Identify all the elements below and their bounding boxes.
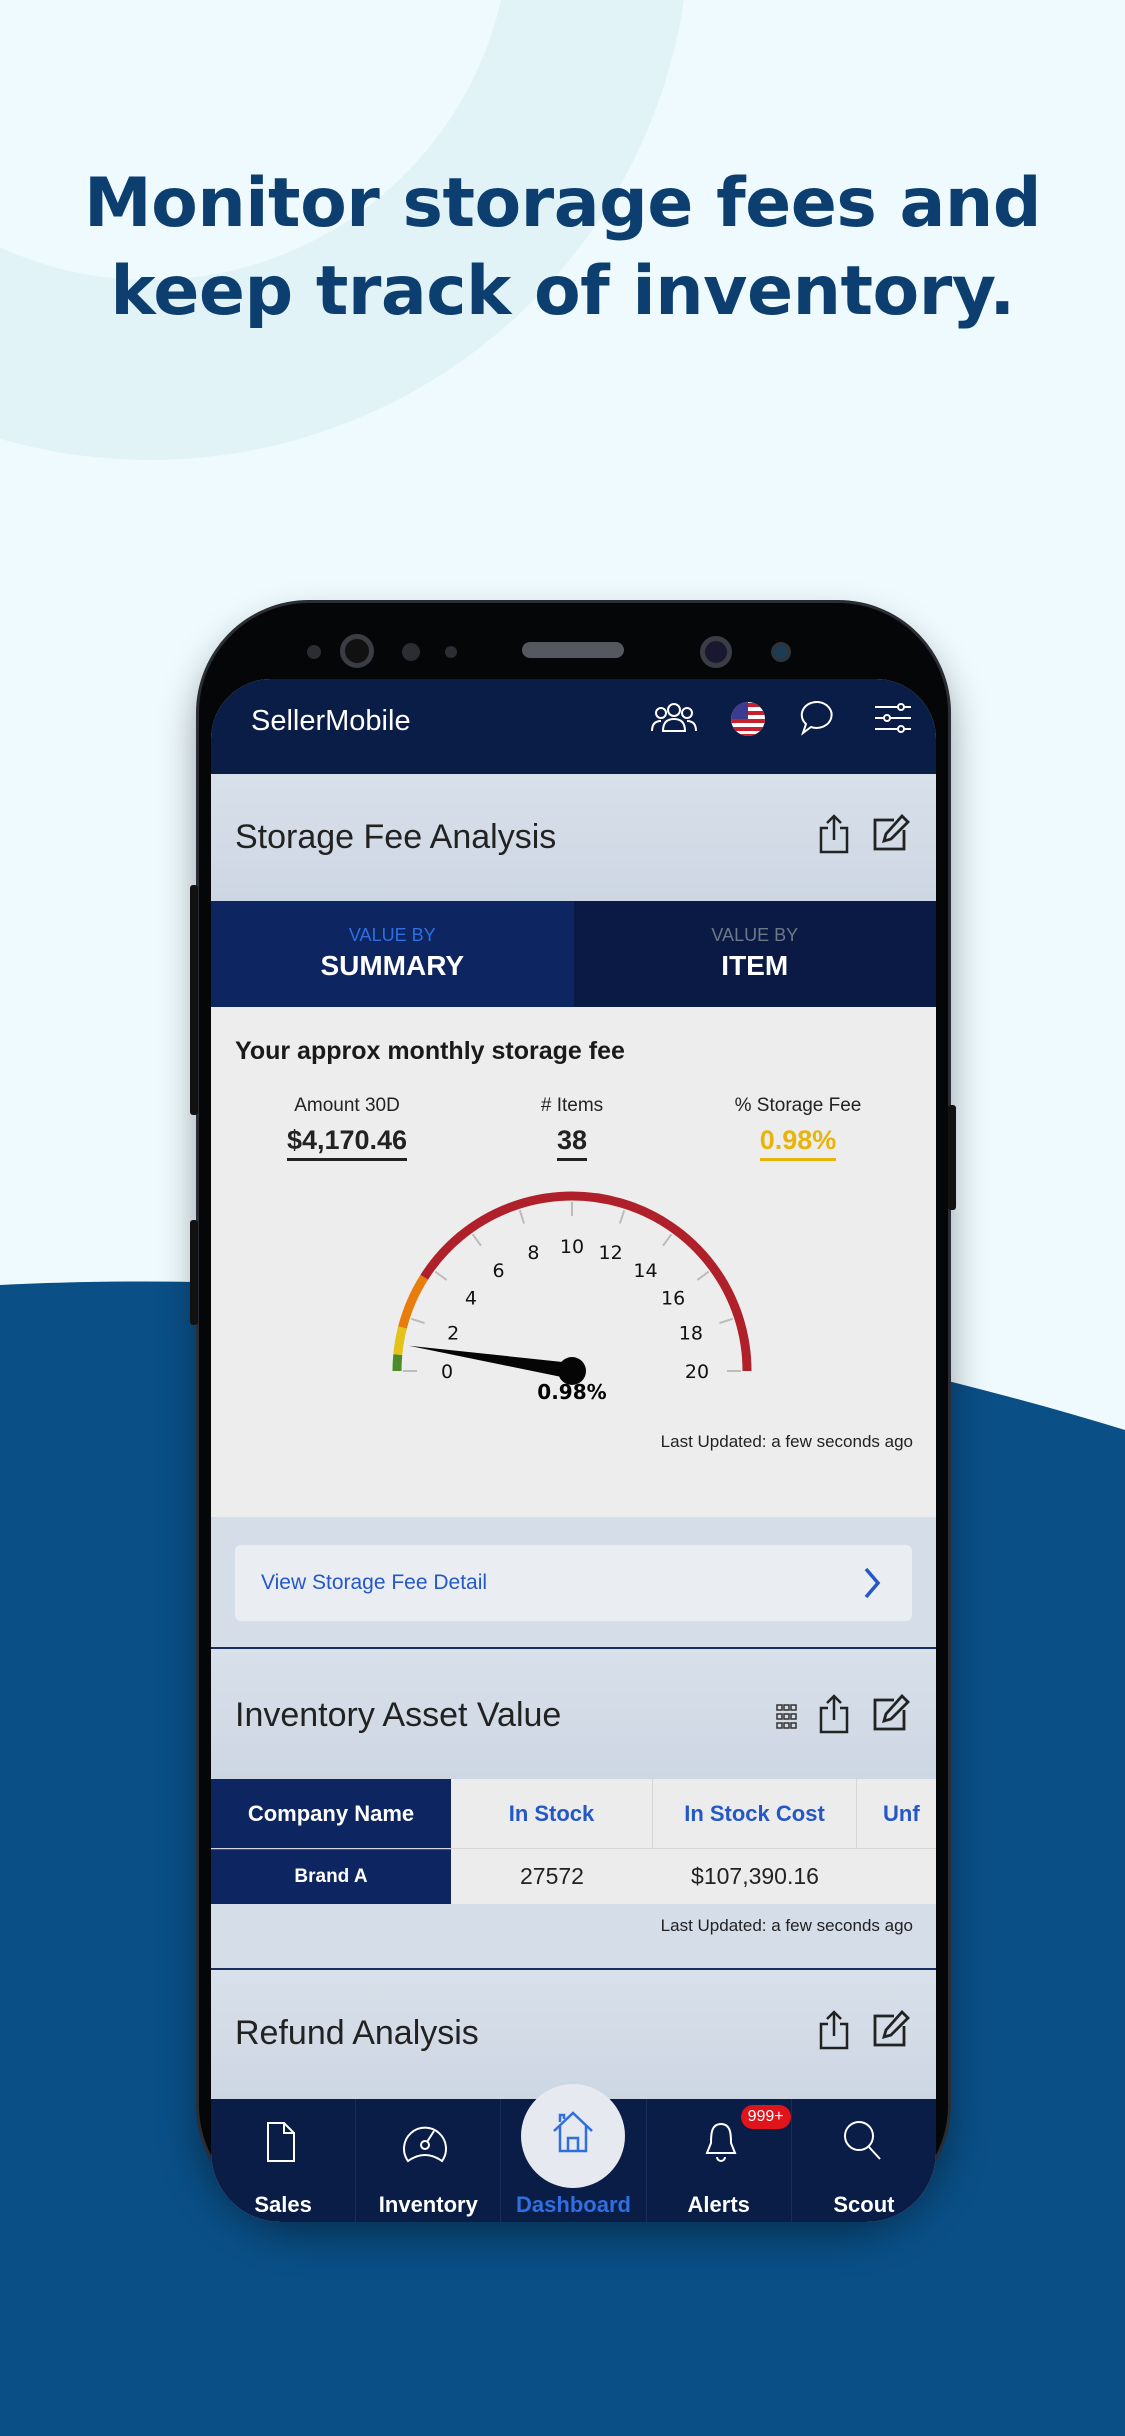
column-header[interactable]: In Stock Cost: [653, 1779, 857, 1848]
headline-line-2: keep track of inventory.: [110, 252, 1015, 331]
gauge-tick-label: 4: [465, 1288, 477, 1310]
tab-inventory[interactable]: Inventory: [356, 2099, 502, 2222]
gauge-tick-label: 10: [560, 1236, 584, 1258]
sensor: [402, 643, 420, 661]
detail-link-label: View Storage Fee Detail: [261, 1571, 488, 1594]
tab-label: Dashboard: [516, 2192, 631, 2217]
earpiece-speaker: [522, 642, 624, 658]
last-updated: Last Updated: a few seconds ago: [660, 1432, 913, 1451]
users-icon[interactable]: [651, 701, 697, 735]
app-title: SellerMobile: [251, 705, 411, 737]
tab-label: Sales: [254, 2192, 312, 2217]
gauge-tick-label: 0: [441, 1361, 453, 1383]
table-row[interactable]: Brand A 27572 $107,390.16: [211, 1849, 936, 1904]
edit-icon[interactable]: [872, 814, 910, 852]
chat-icon[interactable]: [799, 699, 837, 737]
gauge-tick-label: 20: [685, 1361, 709, 1383]
section-title: Storage Fee Analysis: [235, 818, 557, 856]
gauge-tick: [719, 1317, 734, 1325]
storage-fee-header: Storage Fee Analysis: [211, 774, 936, 901]
cell-company: Brand A: [211, 1849, 451, 1904]
grid-icon[interactable]: [776, 1704, 798, 1730]
app-screen: SellerMobile Storage Fee Analysis VALUE …: [211, 679, 936, 2222]
gauge-tick: [618, 1209, 626, 1224]
filter-sliders-icon[interactable]: [875, 703, 911, 733]
tab-sales[interactable]: Sales: [211, 2099, 357, 2222]
sensor: [445, 646, 457, 658]
gauge-tick-label: 14: [633, 1260, 657, 1282]
tab-label: Alerts: [687, 2192, 750, 2217]
refund-header: Refund Analysis: [211, 1970, 936, 2100]
tab-item[interactable]: VALUE BY ITEM: [573, 901, 936, 1007]
view-storage-fee-detail-button[interactable]: View Storage Fee Detail: [235, 1545, 912, 1621]
marketing-headline: Monitor storage fees and keep track of i…: [0, 160, 1125, 336]
gauge-tick-label: 8: [527, 1242, 539, 1264]
inventory-header: Inventory Asset Value: [211, 1649, 936, 1779]
headline-line-1: Monitor storage fees and: [83, 164, 1042, 243]
share-icon[interactable]: [818, 2010, 850, 2050]
power-button: [948, 1105, 956, 1210]
search-icon: [843, 2121, 881, 2160]
gauge-value-label: 0.98%: [537, 1380, 606, 1404]
gauge-band: [392, 1354, 403, 1372]
cell-in-stock: 27572: [520, 1863, 584, 1889]
column-header[interactable]: Company Name: [211, 1779, 451, 1848]
front-camera: [700, 636, 732, 668]
us-flag-icon[interactable]: [730, 701, 766, 737]
volume-button: [190, 885, 198, 1115]
alerts-badge: 999+: [740, 2105, 791, 2129]
gauge-tick: [662, 1233, 673, 1247]
share-icon[interactable]: [818, 814, 850, 854]
iris-camera: [340, 634, 374, 668]
value-by-tabs: VALUE BY SUMMARY VALUE BY ITEM: [211, 901, 936, 1007]
edit-icon[interactable]: [872, 2010, 910, 2048]
sensor: [771, 642, 791, 662]
tab-label: Inventory: [378, 2192, 478, 2217]
sensor: [307, 645, 321, 659]
gauge-needle: [408, 1345, 574, 1379]
share-icon[interactable]: [818, 1694, 850, 1734]
gauge-tick-label: 12: [599, 1242, 623, 1264]
column-header[interactable]: Unf: [857, 1779, 936, 1848]
gauge-tick: [434, 1270, 448, 1281]
bixby-button: [190, 1220, 198, 1325]
gauge-band: [393, 1326, 407, 1356]
gauge-tick: [696, 1270, 710, 1281]
gauge-tick: [410, 1317, 425, 1325]
section-title: Inventory Asset Value: [235, 1696, 562, 1734]
tab-label: ITEM: [721, 950, 789, 981]
gauge-tick-label: 18: [679, 1322, 703, 1344]
tab-label: SUMMARY: [320, 950, 465, 981]
app-header: SellerMobile: [211, 679, 936, 774]
tab-sub-label: VALUE BY: [348, 925, 436, 945]
cell-unfulfillable: [857, 1849, 936, 1904]
gauge-tick: [518, 1209, 526, 1224]
dashboard-home-button[interactable]: [521, 2084, 625, 2188]
document-icon: [267, 2122, 295, 2162]
gauge-tick-label: 6: [492, 1260, 504, 1282]
column-header[interactable]: In Stock: [451, 1779, 653, 1848]
gauge-tick-label: 16: [661, 1288, 685, 1310]
gauge-tick: [471, 1233, 482, 1247]
edit-icon[interactable]: [872, 1694, 910, 1732]
home-icon: [553, 2111, 593, 2153]
tab-alerts[interactable]: 999+ Alerts: [647, 2099, 792, 2222]
gauge-tick-label: 2: [447, 1322, 459, 1344]
tab-summary[interactable]: VALUE BY SUMMARY: [211, 901, 574, 1007]
storage-fee-card: Your approx monthly storage fee Amount 3…: [211, 1007, 936, 1517]
section-title: Refund Analysis: [235, 2014, 479, 2052]
table-header-row: Company Name In Stock In Stock Cost Unf: [211, 1779, 936, 1849]
tab-sub-label: VALUE BY: [711, 925, 799, 945]
bell-icon: [705, 2122, 737, 2162]
tab-scout[interactable]: Scout: [792, 2099, 936, 2222]
cell-in-stock-cost: $107,390.16: [691, 1863, 819, 1889]
chevron-right-icon: [864, 1567, 881, 1599]
speedometer-icon: [403, 2126, 448, 2163]
last-updated: Last Updated: a few seconds ago: [660, 1916, 913, 1935]
tab-label: Scout: [833, 2192, 895, 2217]
gauge-band: [420, 1191, 752, 1372]
